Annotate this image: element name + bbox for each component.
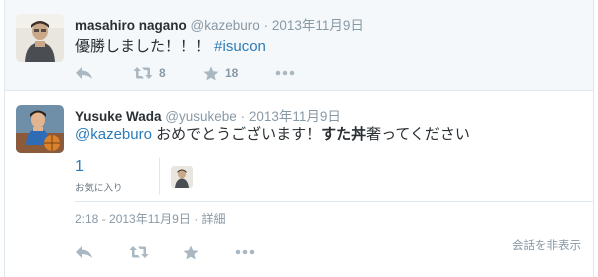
hashtag-link[interactable]: #isucon (214, 38, 266, 55)
favorite-button[interactable] (183, 245, 235, 260)
favorites-stat[interactable]: 1 お気に入り (75, 158, 123, 194)
favorite-button[interactable]: 18 (203, 66, 275, 81)
meta-separator: · (190, 212, 202, 226)
favorite-count[interactable]: 18 (225, 66, 238, 80)
more-button[interactable] (235, 249, 255, 255)
author-handle[interactable]: @yusukebe (165, 109, 237, 124)
favorite-icon (203, 66, 219, 81)
header-separator: · (240, 109, 246, 124)
reply-button[interactable] (75, 245, 129, 259)
header-separator: · (263, 18, 269, 33)
reply-icon (75, 245, 93, 259)
conversation-timeline: masahiro nagano @kazeburo · 2013年11月9日 優… (4, 0, 594, 277)
retweet-count[interactable]: 8 (159, 66, 166, 80)
tweet-text: 優勝しました！！！ #isucon (75, 35, 266, 56)
more-icon (275, 70, 295, 76)
retweet-icon (133, 66, 153, 80)
tweet-header: masahiro nagano @kazeburo · 2013年11月9日 (75, 14, 364, 34)
reply-icon (75, 66, 93, 80)
details-link[interactable]: 詳細 (202, 212, 226, 226)
author-fullname[interactable]: masahiro nagano (75, 18, 187, 33)
stat-divider (159, 158, 160, 195)
stats-divider-line (75, 201, 593, 202)
tweet-text-bold: すた丼 (321, 126, 367, 143)
retweet-button[interactable] (129, 245, 183, 259)
tweet-timestamp[interactable]: 2:18 - 2013年11月9日 (75, 212, 191, 226)
reply-button[interactable] (75, 66, 133, 80)
tweet-text-main: 優勝しました！！！ (75, 38, 215, 55)
tweet-stats: 1 お気に入り (75, 158, 307, 195)
avatar[interactable] (16, 105, 64, 153)
favorites-number[interactable]: 1 (75, 158, 123, 176)
retweet-button[interactable]: 8 (133, 66, 203, 80)
tweet-meta: 2:18 - 2013年11月9日 · 詳細 (75, 210, 226, 227)
tweet-text-tail: 奢ってください (366, 126, 470, 143)
hide-conversation-link[interactable]: 会話を非表示 (512, 237, 581, 253)
tweet-text: @kazeburo おめでとうございます！すた丼奢ってください (75, 123, 470, 144)
tweet-header: Yusuke Wada @yusukebe · 2013年11月9日 (75, 105, 341, 125)
tweet-actions (75, 242, 255, 262)
retweet-icon (129, 245, 149, 259)
favoriter-avatar[interactable] (171, 166, 193, 188)
tweet-text-main: おめでとうございます！ (151, 126, 322, 143)
author-fullname[interactable]: Yusuke Wada (75, 109, 162, 124)
tweet-time[interactable]: 2013年11月9日 (249, 109, 341, 124)
author-handle[interactable]: @kazeburo (191, 18, 260, 33)
focused-tweet: Yusuke Wada @yusukebe · 2013年11月9日 @kaze… (5, 92, 593, 277)
mention-link[interactable]: @kazeburo (75, 126, 152, 143)
favorite-icon (183, 245, 199, 260)
tweet-actions: 8 18 (75, 63, 295, 83)
favorites-label: お気に入り (75, 183, 123, 194)
more-icon (235, 249, 255, 255)
parent-tweet[interactable]: masahiro nagano @kazeburo · 2013年11月9日 優… (5, 0, 593, 91)
avatar[interactable] (16, 14, 64, 62)
more-button[interactable] (275, 70, 295, 76)
tweet-time[interactable]: 2013年11月9日 (272, 18, 364, 33)
